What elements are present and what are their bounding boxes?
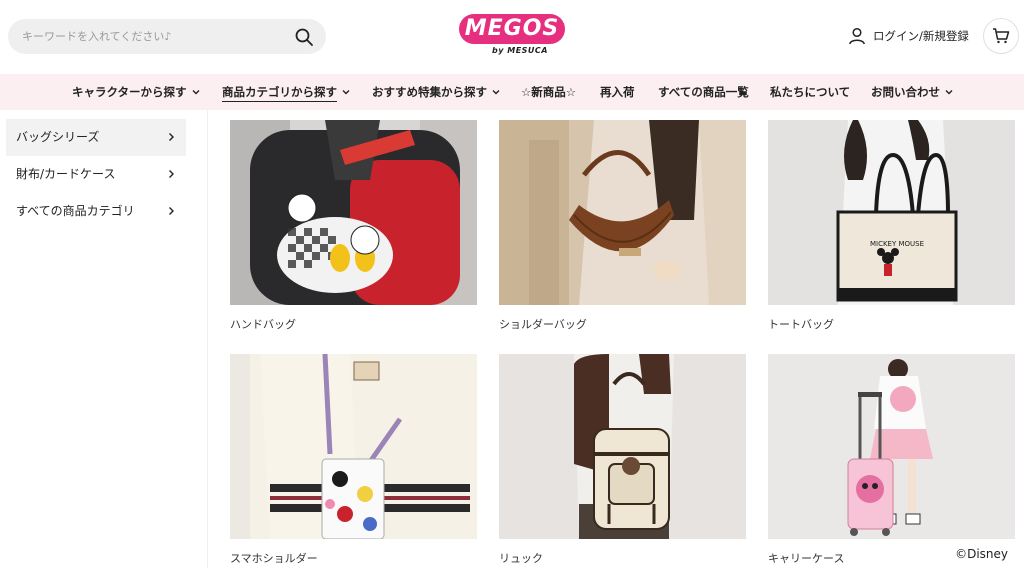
cart-icon [993,28,1010,44]
logo-main-text: MEGOS [459,14,565,44]
chevron-down-icon [342,89,350,94]
nav-item-new[interactable]: ☆新商品☆ [521,74,576,110]
chevron-right-icon [169,207,174,215]
sidebar-item-label: 財布/カードケース [16,167,116,181]
main-nav: キャラクターから探す 商品カテゴリから探す おすすめ特集から探す ☆新商品☆ 再… [0,74,1024,110]
nav-item-label: キャラクターから探す [72,85,187,99]
logo-sub-text: by MESUCA [492,46,548,55]
nav-item-label: ☆新商品☆ [521,85,577,99]
search-bar [8,19,326,54]
nav-item-label: 再入荷 [600,85,635,99]
product-card-handbag[interactable]: ハンドバッグ [230,120,477,332]
site-logo[interactable]: MEGOS by MESUCA [459,14,567,60]
chevron-down-icon [192,89,200,94]
nav-item-all-products[interactable]: すべての商品一覧 [658,74,749,110]
nav-item-restock[interactable]: 再入荷 [600,74,635,110]
nav-item-category[interactable]: 商品カテゴリから探す [222,74,351,110]
nav-item-label: 私たちについて [770,85,851,99]
sidebar-item-wallets[interactable]: 財布/カードケース [6,156,186,193]
product-image [499,354,746,539]
product-image [499,120,746,305]
chevron-right-icon [169,133,174,141]
product-label: スマホショルダー [230,552,318,565]
login-register-label: ログイン/新規登録 [873,29,969,43]
nav-item-contact[interactable]: お問い合わせ [871,74,954,110]
sidebar-item-label: バッグシリーズ [16,130,100,144]
sidebar-item-all-categories[interactable]: すべての商品カテゴリ [6,193,186,230]
chevron-right-icon [169,170,174,178]
product-image [230,120,477,305]
product-label: トートバッグ [768,318,834,331]
cart-button[interactable] [983,18,1019,54]
product-label: ハンドバッグ [230,318,296,331]
nav-item-about[interactable]: 私たちについて [770,74,850,110]
nav-item-label: お問い合わせ [871,85,940,99]
product-card-carry-case[interactable]: キャリーケース [768,354,1015,566]
search-input[interactable] [22,19,292,54]
svg-text:MICKEY MOUSE: MICKEY MOUSE [870,240,924,248]
product-label: ショルダーバッグ [499,318,587,331]
search-icon[interactable] [294,27,314,47]
nav-item-feature[interactable]: おすすめ特集から探す [372,74,501,110]
nav-item-label: おすすめ特集から探す [372,85,487,99]
login-register-link[interactable]: ログイン/新規登録 [848,24,969,48]
nav-item-character[interactable]: キャラクターから探す [72,74,201,110]
product-image: MICKEY MOUSE [768,120,1015,305]
nav-item-label: 商品カテゴリから探す [222,85,337,102]
product-label: リュック [499,552,543,565]
copyright-notice: ©Disney [955,547,1008,561]
sidebar-item-label: すべての商品カテゴリ [16,204,135,218]
chevron-down-icon [492,89,500,94]
product-image [230,354,477,539]
category-sidebar: バッグシリーズ 財布/カードケース すべての商品カテゴリ [0,110,208,568]
sidebar-item-bags[interactable]: バッグシリーズ [6,119,186,156]
product-image [768,354,1015,539]
product-card-shoulder-bag[interactable]: ショルダーバッグ [499,120,746,332]
site-header: MEGOS by MESUCA ログイン/新規登録 [0,0,1024,74]
product-card-backpack[interactable]: リュック [499,354,746,566]
chevron-down-icon [945,89,953,94]
user-icon [849,27,865,45]
product-card-phone-shoulder[interactable]: スマホショルダー [230,354,477,566]
nav-item-label: すべての商品一覧 [658,85,749,99]
product-card-tote-bag[interactable]: MICKEY MOUSE トートバッグ [768,120,1015,332]
